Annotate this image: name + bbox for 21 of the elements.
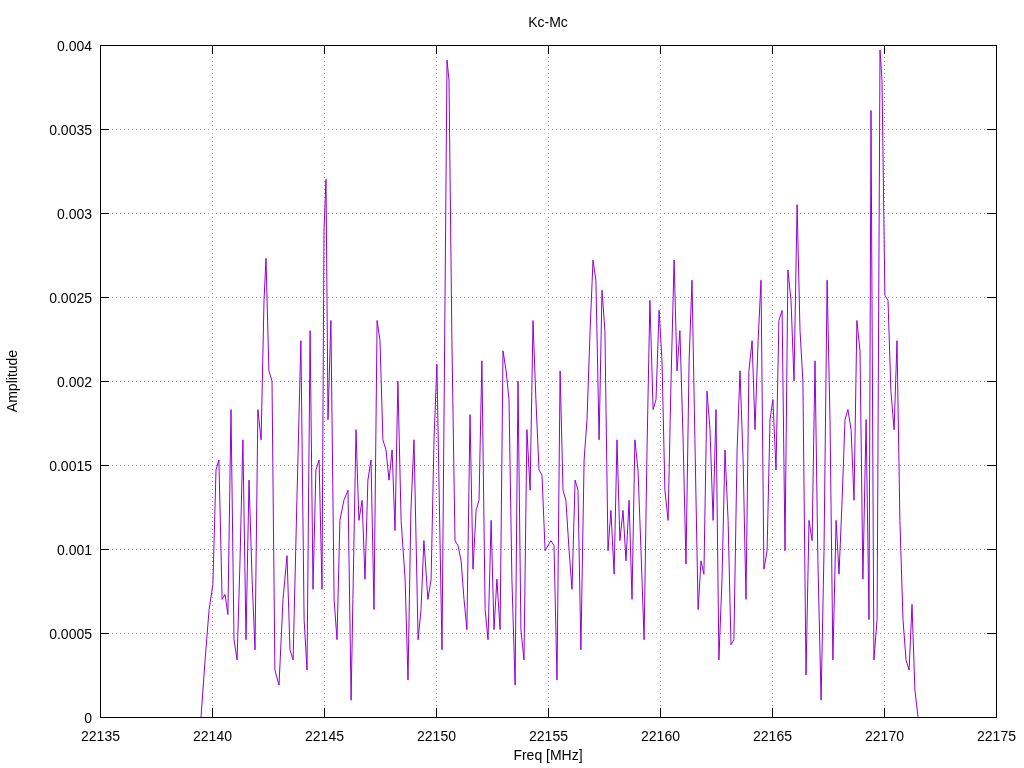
axis-label: Freq [MHz] (513, 747, 583, 763)
tick-label: 0.0015 (49, 457, 92, 474)
tick-label: 22170 (865, 728, 904, 744)
tick-label: 22145 (305, 728, 344, 744)
tick-label: 0.001 (56, 541, 92, 558)
tick-label: 22160 (641, 728, 680, 744)
tick-label: 0.0025 (49, 289, 92, 306)
tick-label: 22135 (81, 728, 120, 744)
tick-label: 0 (84, 709, 92, 726)
tick-label: 0.003 (56, 205, 92, 222)
tick-label: 0.002 (56, 373, 92, 390)
tick-label: 22175 (977, 728, 1016, 744)
tick-label: 0.0035 (49, 121, 92, 138)
tick-label: 22155 (529, 728, 568, 744)
tick-label: 22150 (417, 728, 456, 744)
chart-title: Kc-Mc (528, 14, 568, 30)
tick-label: 22140 (193, 728, 232, 744)
tick-label: 22165 (753, 728, 792, 744)
axis-label: Amplitude (4, 349, 20, 413)
tick-label: 0.004 (56, 37, 92, 54)
tick-label: 0.0005 (49, 625, 92, 642)
